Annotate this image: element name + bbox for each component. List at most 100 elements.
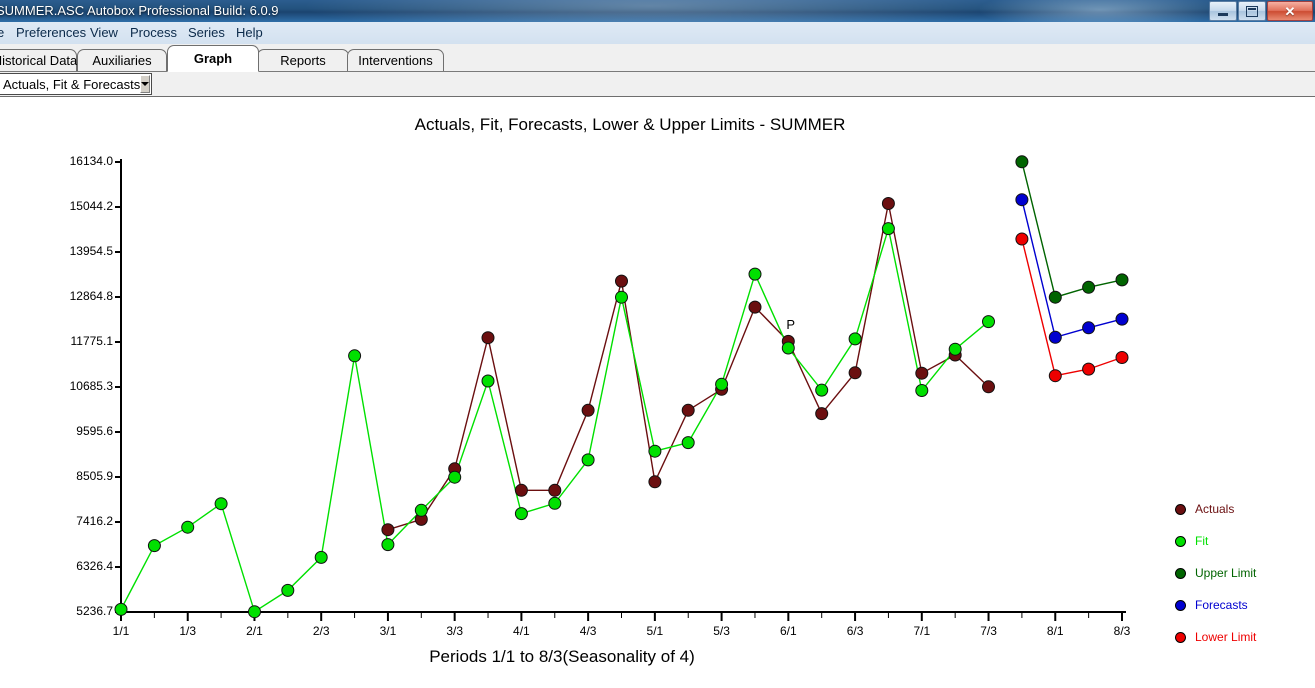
data-point-fit <box>881 222 895 236</box>
legend-swatch-icon <box>1175 631 1186 643</box>
menu-item-preferences[interactable]: Preferences <box>16 25 86 40</box>
menu-item-process[interactable]: Process <box>130 25 177 40</box>
y-axis-tick-label: 6326.4 <box>76 559 113 573</box>
data-point-forecasts <box>1048 330 1062 344</box>
data-point-actuals <box>514 483 528 497</box>
menu-bar: e Preferences View Process Series Help <box>0 22 1315 45</box>
x-axis-tick-label: 7/1 <box>913 624 931 638</box>
window-title-bar[interactable]: SUMMER.ASC Autobox Professional Build: 6… <box>0 0 1315 22</box>
y-axis-tick-label: 12864.8 <box>69 289 113 303</box>
data-point-fit <box>781 341 795 355</box>
data-point-lower-limit <box>1115 351 1129 364</box>
data-point-lower-limit <box>1015 232 1029 246</box>
data-point-fit <box>248 605 261 619</box>
data-point-upper-limit <box>1015 155 1029 169</box>
y-axis-tick-label: 9595.6 <box>76 424 113 438</box>
tab-strip: Historical Data Auxiliaries Graph Reports In… <box>0 44 1315 72</box>
legend-label: Upper Limit <box>1195 566 1257 580</box>
chart-panel: Actuals, Fit, Forecasts, Lower & Upper L… <box>0 97 1315 688</box>
series-line-upper-limit <box>1021 161 1123 299</box>
data-point-actuals <box>481 331 495 345</box>
window-controls: ✕ <box>1209 1 1313 21</box>
data-point-lower-limit <box>1082 362 1096 376</box>
close-button[interactable]: ✕ <box>1267 1 1313 21</box>
y-axis-tick-label: 5236.7 <box>76 604 113 618</box>
data-point-fit <box>581 453 595 467</box>
data-point-fit <box>414 503 428 517</box>
titlebar-glow-secondary <box>980 0 1220 22</box>
data-point-fit <box>848 332 862 346</box>
data-point-fit <box>548 496 562 510</box>
y-axis-tick-label: 11775.1 <box>70 333 114 348</box>
window-title: SUMMER.ASC Autobox Professional Build: 6… <box>0 3 279 18</box>
data-point-fit <box>381 538 395 552</box>
x-axis-tick-label: 8/1 <box>1046 624 1064 638</box>
x-axis-tick-label: 2/3 <box>312 624 330 638</box>
y-axis-tick-label: 10685.3 <box>69 379 113 393</box>
legend-label: Actuals <box>1195 502 1235 516</box>
legend-label: Lower Limit <box>1195 630 1257 644</box>
data-point-actuals <box>815 407 829 421</box>
legend-item-actuals[interactable]: Actuals <box>1175 502 1234 516</box>
legend-label: Fit <box>1195 534 1209 548</box>
data-point-fit <box>114 602 128 616</box>
data-point-fit <box>314 550 328 564</box>
data-point-actuals <box>848 366 862 380</box>
series-line-fit <box>120 228 989 613</box>
legend-swatch-icon <box>1175 535 1186 547</box>
data-point-actuals <box>748 300 762 314</box>
y-axis-tick-label: 16134.0 <box>69 154 113 168</box>
data-point-upper-limit <box>1048 290 1062 304</box>
x-axis-tick-label: 8/3 <box>1113 624 1131 638</box>
data-point-fit <box>815 383 829 397</box>
titlebar-glow <box>300 0 1000 22</box>
menu-item-view[interactable]: View <box>90 25 118 40</box>
x-axis-tick-label: 5/3 <box>713 624 730 638</box>
close-icon: ✕ <box>1284 3 1296 19</box>
data-point-fit <box>514 507 528 521</box>
data-point-fit <box>348 349 362 363</box>
y-axis-tick-label: 13954.5 <box>69 244 113 258</box>
graph-type-value: Actuals, Fit & Forecasts <box>3 76 141 92</box>
maximize-restore-button[interactable] <box>1238 1 1266 21</box>
tab-auxiliaries[interactable]: Auxiliaries <box>77 49 167 71</box>
data-point-fit <box>481 374 495 388</box>
legend-item-fit[interactable]: Fit <box>1175 534 1208 548</box>
legend-item-lower-limit[interactable]: Lower Limit <box>1175 630 1256 644</box>
data-point-actuals <box>881 197 895 210</box>
toolbar-row: Actuals, Fit & Forecasts <box>0 72 1315 97</box>
legend-label: Forecasts <box>1195 598 1248 612</box>
chevron-down-icon[interactable] <box>140 75 151 93</box>
data-point-lower-limit <box>1048 369 1062 383</box>
data-point-forecasts <box>1015 193 1029 207</box>
data-point-forecasts <box>1082 321 1096 335</box>
x-axis-tick-label: 1/3 <box>179 624 197 638</box>
data-point-forecasts <box>1115 312 1129 326</box>
data-point-fit <box>715 377 729 391</box>
data-point-actuals <box>681 403 695 417</box>
data-point-actuals <box>915 366 929 380</box>
menu-item-e[interactable]: e <box>0 25 4 40</box>
data-point-fit <box>181 520 195 534</box>
data-point-fit <box>948 342 962 356</box>
graph-type-select[interactable]: Actuals, Fit & Forecasts <box>0 73 152 95</box>
tab-graph[interactable]: Graph <box>167 45 259 72</box>
tab-interventions[interactable]: Interventions <box>347 49 444 71</box>
y-axis-tick-label: 8505.9 <box>76 468 113 483</box>
y-axis-tick-label: 7416.2 <box>76 513 113 528</box>
data-point-fit <box>281 583 295 597</box>
tab-reports[interactable]: Reports <box>257 49 349 71</box>
menu-item-series[interactable]: Series <box>188 25 225 40</box>
menu-item-help[interactable]: Help <box>236 25 263 40</box>
x-axis-tick-label: 6/1 <box>779 624 797 638</box>
legend-item-forecasts[interactable]: Forecasts <box>1175 598 1248 612</box>
x-axis-tick-label: 4/1 <box>513 624 530 638</box>
data-point-actuals <box>548 483 562 497</box>
chart-plot <box>114 155 1129 621</box>
x-axis-tick-label: 5/1 <box>646 624 664 638</box>
legend-item-upper-limit[interactable]: Upper Limit <box>1175 566 1256 580</box>
tab-historical-data[interactable]: Historical Data <box>0 49 77 71</box>
x-axis-tick-label: 3/3 <box>446 624 463 638</box>
minimize-button[interactable] <box>1209 1 1237 21</box>
x-axis-tick-label: 6/3 <box>846 624 864 638</box>
